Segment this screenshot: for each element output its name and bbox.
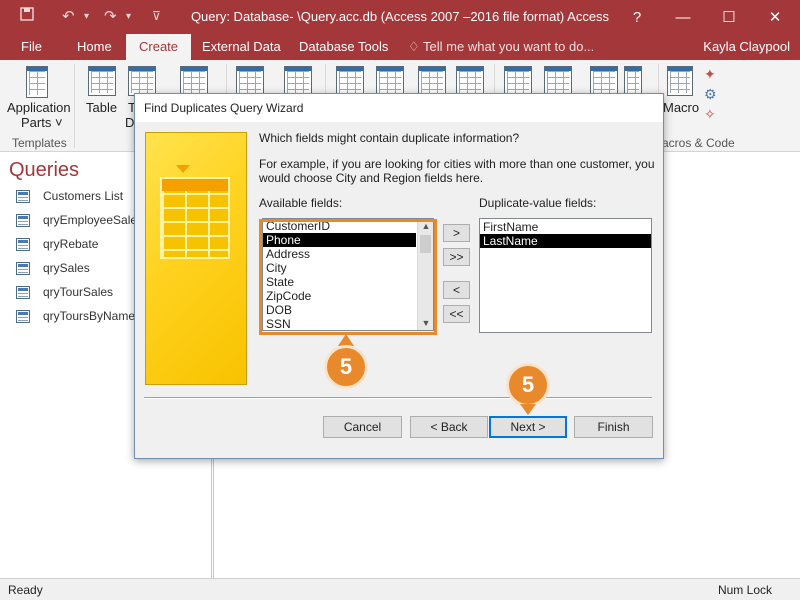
nav-pane-header[interactable]: Queries xyxy=(9,159,79,182)
application-parts-label-2[interactable]: Parts ˅ xyxy=(21,115,63,130)
query-icon xyxy=(16,237,30,251)
macros-code-group-label: acros & Code xyxy=(662,136,735,150)
table-design-icon[interactable] xyxy=(128,66,156,96)
wizard-illustration xyxy=(145,132,247,385)
query-wizard-icon[interactable] xyxy=(236,66,264,96)
nav-item-customers-list[interactable]: Customers List xyxy=(16,185,123,207)
query-icon xyxy=(16,285,30,299)
tab-external-data[interactable]: External Data xyxy=(202,39,281,54)
cancel-button[interactable]: Cancel xyxy=(323,416,402,438)
nav-item-label: qryEmployeeSales xyxy=(43,213,144,227)
ribbon-tabs: File Home Create External Data Database … xyxy=(0,34,800,60)
nav-item-label: qryTourSales xyxy=(43,285,114,299)
query-icon xyxy=(16,213,30,227)
back-button[interactable]: < Back xyxy=(410,416,488,438)
nav-item-label: qrySales xyxy=(43,261,90,275)
status-num-lock: Num Lock xyxy=(717,583,772,597)
tell-me-search[interactable]: ♢ Tell me what you want to do... xyxy=(408,39,594,55)
nav-item-qryrebate[interactable]: qryRebate xyxy=(16,233,98,255)
form-icon[interactable] xyxy=(336,66,364,96)
move-one-button[interactable]: > xyxy=(443,224,470,242)
available-fields-label: Available fields: xyxy=(259,196,343,210)
tab-database-tools[interactable]: Database Tools xyxy=(299,39,388,54)
macro-label[interactable]: Macro xyxy=(663,100,699,115)
report-icon[interactable] xyxy=(504,66,532,96)
status-bar: Ready Num Lock xyxy=(0,578,800,600)
nav-item-label: qryToursByName xyxy=(43,309,136,323)
next-button[interactable]: Next > xyxy=(489,416,567,438)
dialog-separator xyxy=(144,397,652,399)
arrow-icon xyxy=(176,165,190,173)
table-design-label-2[interactable]: D xyxy=(125,115,134,130)
application-parts-icon[interactable] xyxy=(26,66,48,98)
application-parts-label[interactable]: Application xyxy=(7,100,71,115)
module-icon[interactable]: ✦ xyxy=(704,66,720,82)
list-item[interactable]: FirstName xyxy=(480,220,651,234)
report-wizard-icon[interactable] xyxy=(624,66,642,96)
table-illustration-icon xyxy=(160,177,230,259)
maximize-button[interactable]: ☐ xyxy=(706,0,752,34)
step-callout-next: 5 xyxy=(506,363,550,407)
tab-create[interactable]: Create xyxy=(126,34,192,60)
class-module-icon[interactable]: ⚙ xyxy=(704,86,720,102)
remove-all-button[interactable]: << xyxy=(443,305,470,323)
tab-home[interactable]: Home xyxy=(77,39,112,54)
remove-one-button[interactable]: < xyxy=(443,281,470,299)
highlight-box xyxy=(259,219,437,335)
minimize-button[interactable]: — xyxy=(660,0,706,34)
nav-item-label: qryRebate xyxy=(43,237,99,251)
example-text-line1: For example, if you are looking for citi… xyxy=(259,157,655,171)
tab-file[interactable]: File xyxy=(21,39,42,54)
example-text-line2: would choose City and Region fields here… xyxy=(259,171,484,185)
finish-button[interactable]: Finish xyxy=(574,416,653,438)
close-button[interactable]: ✕ xyxy=(752,0,798,34)
query-icon xyxy=(16,261,30,275)
blank-form-icon[interactable] xyxy=(418,66,446,96)
macro-icon[interactable] xyxy=(667,66,693,96)
nav-item-label: Customers List xyxy=(43,189,124,203)
table-icon[interactable] xyxy=(88,66,116,96)
blank-report-icon[interactable] xyxy=(590,66,618,96)
status-ready: Ready xyxy=(8,583,43,597)
title-bar: ↶ ▾ ↷ ▾ ⊽ Query: Database- \Query.acc.db… xyxy=(0,0,800,34)
visual-basic-icon[interactable]: ✧ xyxy=(704,106,720,122)
form-wizard-icon[interactable] xyxy=(456,66,484,96)
report-design-icon[interactable] xyxy=(544,66,572,96)
duplicate-fields-list[interactable]: FirstName LastName xyxy=(479,218,652,333)
query-icon xyxy=(16,309,30,323)
form-design-icon[interactable] xyxy=(376,66,404,96)
sharepoint-lists-icon[interactable] xyxy=(180,66,208,96)
user-name[interactable]: Kayla Claypool xyxy=(703,39,790,54)
query-design-icon[interactable] xyxy=(284,66,312,96)
list-item-selected[interactable]: LastName xyxy=(480,234,651,248)
move-all-button[interactable]: >> xyxy=(443,248,470,266)
templates-group-label: Templates xyxy=(12,136,67,150)
nav-item-qrytoursbyname[interactable]: qryToursByName xyxy=(16,305,135,327)
nav-item-qryemployeesales[interactable]: qryEmployeeSales xyxy=(16,209,143,231)
table-label[interactable]: Table xyxy=(86,100,117,115)
question-text: Which fields might contain duplicate inf… xyxy=(259,131,520,145)
callout-pointer xyxy=(520,404,536,415)
nav-item-qrytoursales[interactable]: qryTourSales xyxy=(16,281,113,303)
query-icon xyxy=(16,189,30,203)
ribbon-separator xyxy=(74,64,75,148)
ribbon-display-options-icon[interactable]: ? xyxy=(614,0,660,34)
duplicate-fields-label: Duplicate-value fields: xyxy=(479,196,597,210)
step-callout-list: 5 xyxy=(324,345,368,389)
dialog-title: Find Duplicates Query Wizard xyxy=(135,94,663,122)
nav-item-qrysales[interactable]: qrySales xyxy=(16,257,90,279)
